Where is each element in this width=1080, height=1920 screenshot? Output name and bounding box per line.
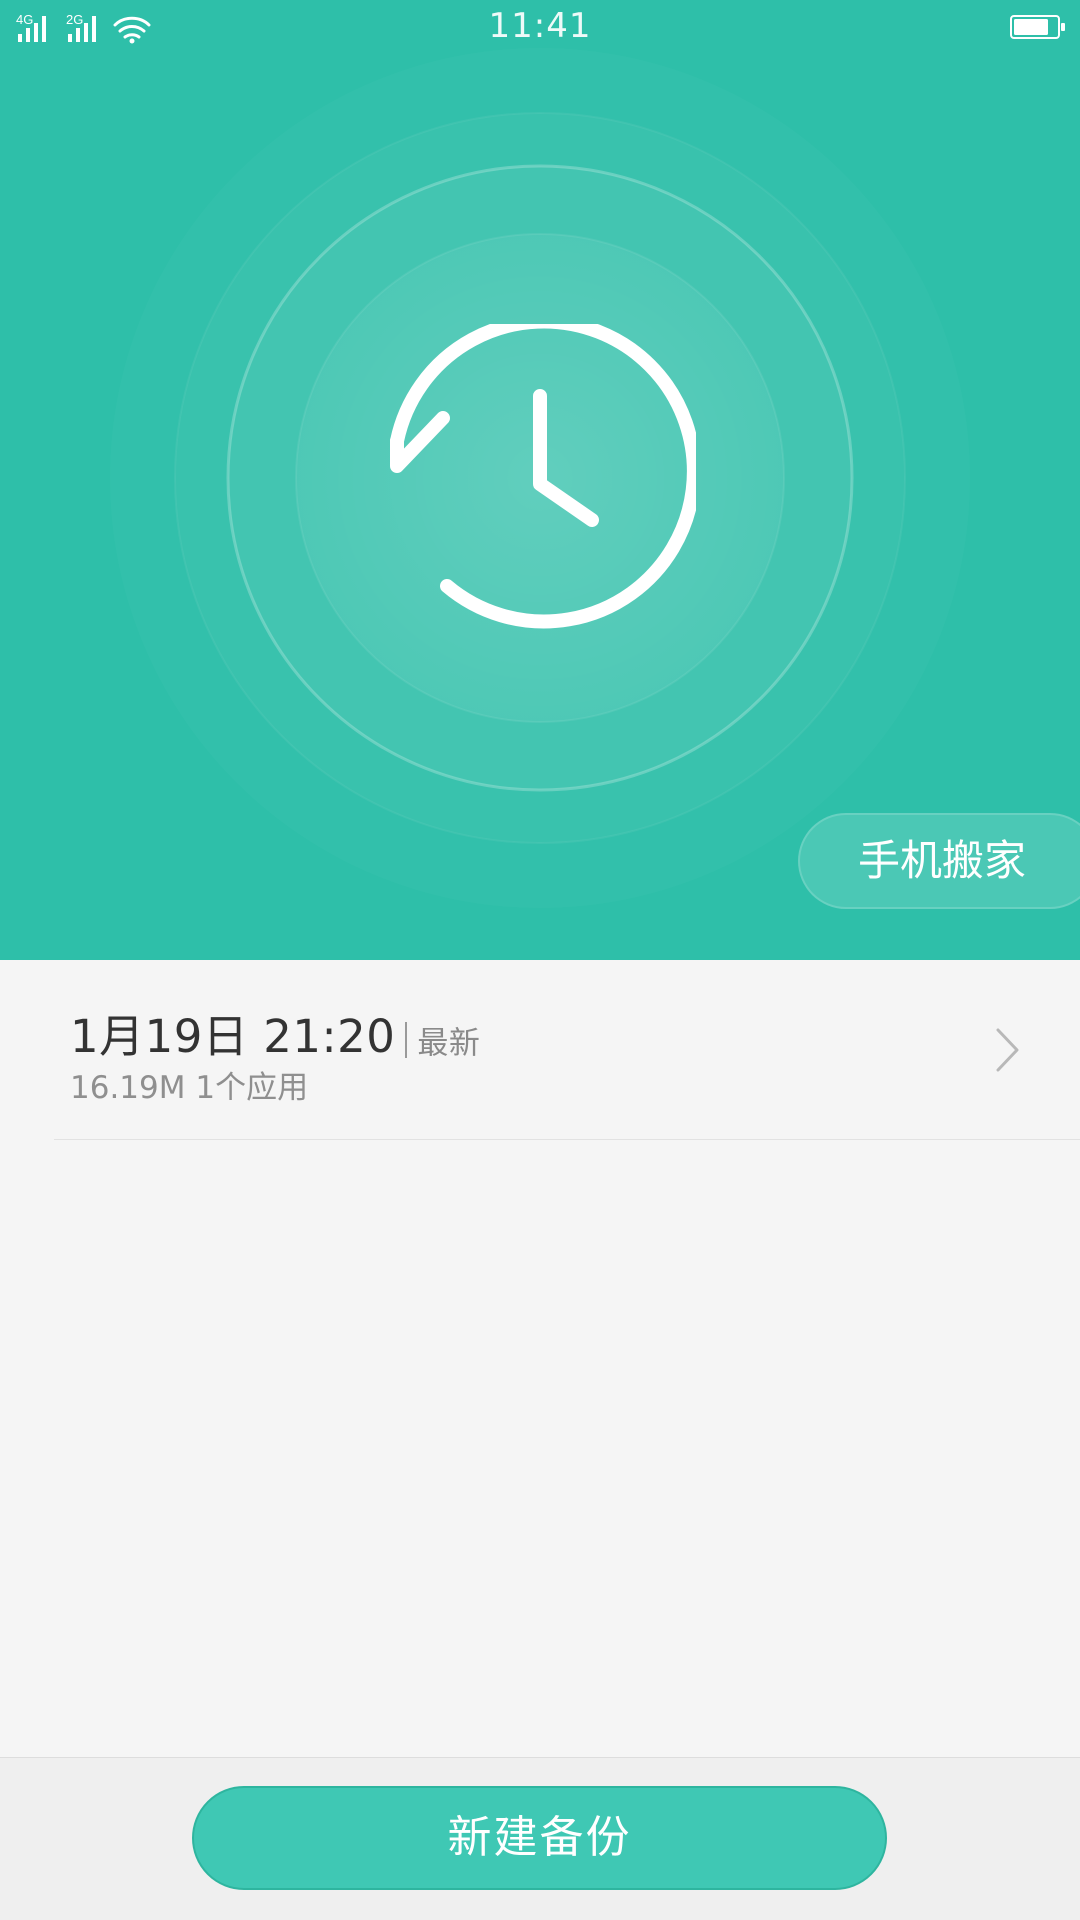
chevron-right-icon (996, 1028, 1019, 1072)
backup-size: 16.19M (70, 1070, 186, 1106)
latest-tag: 最新 (417, 1025, 481, 1062)
status-time: 11:41 (488, 6, 592, 46)
battery-icon (1010, 15, 1065, 39)
backup-app-count: 1个应用 (195, 1070, 309, 1106)
backup-meta: 16.19M 1个应用 (70, 1062, 308, 1107)
backup-list: 1月19日 21:20 最新 16.19M 1个应用 (0, 960, 1080, 1758)
status-bar: 4G 2G 11:41 (0, 0, 1080, 56)
bottom-action-bar: 新建备份 (0, 1757, 1080, 1920)
hero-header: 4G 2G 11:41 手机搬家 (0, 0, 1080, 960)
backup-list-item[interactable]: 1月19日 21:20 最新 16.19M 1个应用 (54, 960, 1080, 1140)
phone-move-button[interactable]: 手机搬家 (798, 813, 1080, 909)
backup-page: 4G 2G 11:41 手机搬家 1月19日 21:20 最新 16.19M 1… (0, 0, 1080, 1920)
backup-date: 1月19日 21:20 (70, 1010, 396, 1063)
clock-history-icon (390, 324, 696, 629)
date-tag-divider (405, 1022, 408, 1058)
backup-date-row: 1月19日 21:20 最新 (70, 1000, 480, 1065)
new-backup-button[interactable]: 新建备份 (192, 1786, 887, 1890)
